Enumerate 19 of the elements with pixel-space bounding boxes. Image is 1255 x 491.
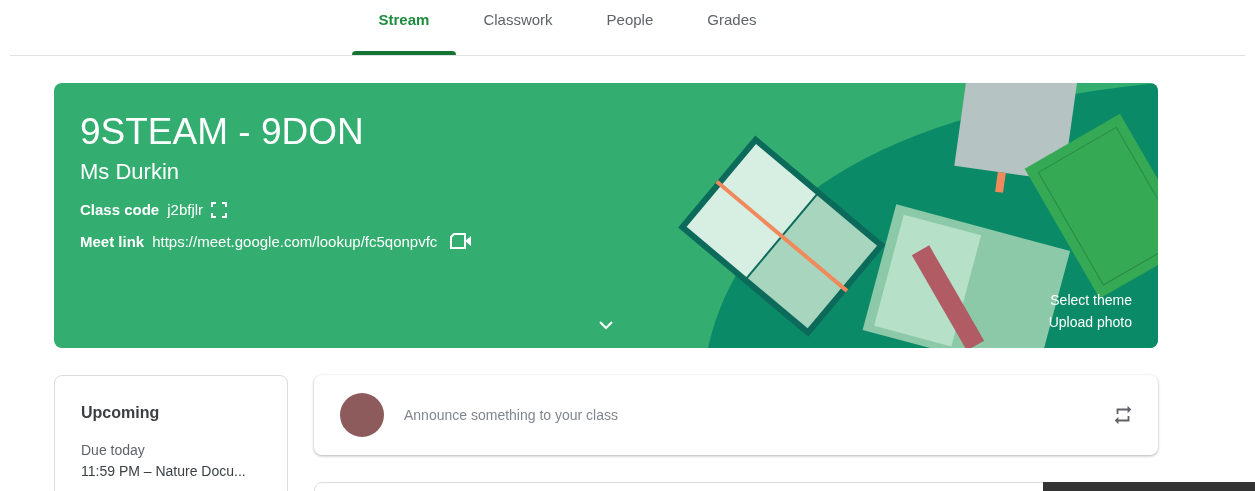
banner-link[interactable]: Select theme xyxy=(1050,292,1132,308)
nav-tab[interactable]: Classwork xyxy=(456,0,580,55)
upcoming-title: Upcoming xyxy=(81,404,161,422)
due-label: Due today xyxy=(81,442,146,458)
avatar xyxy=(340,393,384,437)
assignment-link[interactable]: 11:59 PM – Nature Docu... xyxy=(81,463,261,479)
class-title: 9STEAM - 9DON xyxy=(80,111,365,153)
class-code-label: Class code xyxy=(80,201,160,218)
nav-tab[interactable]: Grades xyxy=(680,0,784,55)
repost-icon[interactable] xyxy=(1112,404,1134,426)
chevron-down-icon[interactable] xyxy=(598,320,614,330)
nav-tab[interactable]: People xyxy=(579,0,681,55)
fullscreen-icon[interactable] xyxy=(211,201,228,218)
video-camera-icon[interactable] xyxy=(449,232,474,250)
nav-tab[interactable]: Stream xyxy=(351,0,457,55)
teacher-name: Ms Durkin xyxy=(80,159,180,185)
banner-link[interactable]: Upload photo xyxy=(1048,314,1132,330)
class-code: j2bfjlr xyxy=(167,201,204,218)
meet-link-label: Meet link xyxy=(80,232,145,250)
